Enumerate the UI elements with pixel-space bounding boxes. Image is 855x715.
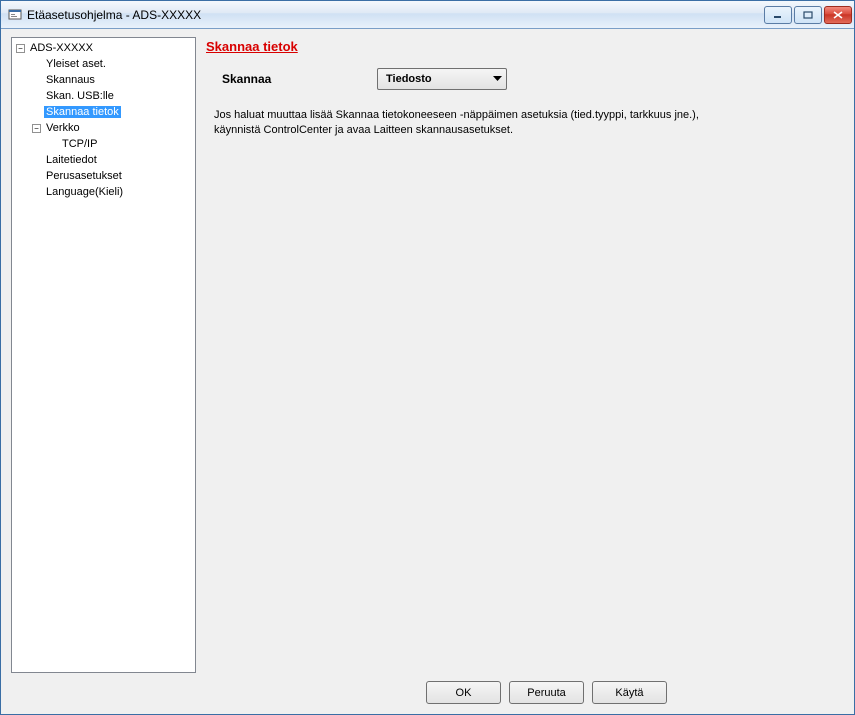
apply-button[interactable]: Käytä bbox=[592, 681, 667, 704]
skannaa-select[interactable]: Tiedosto bbox=[377, 68, 507, 90]
tree-label: Verkko bbox=[44, 122, 82, 134]
app-icon bbox=[7, 7, 23, 23]
tree-node-root[interactable]: − ADS-XXXXX bbox=[12, 40, 195, 56]
chevron-down-icon bbox=[493, 73, 502, 85]
tree-label: Perusasetukset bbox=[44, 170, 124, 182]
button-bar: OK Peruuta Käytä bbox=[426, 673, 844, 704]
tree-node-language[interactable]: Language(Kieli) bbox=[12, 184, 195, 200]
tree-node-tcpip[interactable]: TCP/IP bbox=[12, 136, 195, 152]
tree-label: Laitetiedot bbox=[44, 154, 99, 166]
nav-tree-panel: − ADS-XXXXX Yleiset aset. Skannaus Skan.… bbox=[11, 37, 196, 673]
titlebar: Etäasetusohjelma - ADS-XXXXX bbox=[1, 1, 854, 29]
tree-node-verkko[interactable]: − Verkko bbox=[12, 120, 195, 136]
content-area: − ADS-XXXXX Yleiset aset. Skannaus Skan.… bbox=[1, 29, 854, 714]
tree-node-skannaus[interactable]: Skannaus bbox=[12, 72, 195, 88]
field-label-skannaa: Skannaa bbox=[222, 72, 377, 86]
tree-label: Language(Kieli) bbox=[44, 186, 125, 198]
main-area: − ADS-XXXXX Yleiset aset. Skannaus Skan.… bbox=[11, 37, 844, 673]
collapse-icon[interactable]: − bbox=[32, 124, 41, 133]
tree-node-skan-usb[interactable]: Skan. USB:lle bbox=[12, 88, 195, 104]
tree-label-selected: Skannaa tietok bbox=[44, 106, 121, 118]
nav-tree: − ADS-XXXXX Yleiset aset. Skannaus Skan.… bbox=[12, 38, 195, 202]
minimize-button[interactable] bbox=[764, 6, 792, 24]
app-window: Etäasetusohjelma - ADS-XXXXX − ADS-XXXXX bbox=[0, 0, 855, 715]
tree-node-laitetiedot[interactable]: Laitetiedot bbox=[12, 152, 195, 168]
tree-label: Skannaus bbox=[44, 74, 97, 86]
collapse-icon[interactable]: − bbox=[16, 44, 25, 53]
tree-label: TCP/IP bbox=[60, 138, 99, 150]
detail-panel: Skannaa tietok Skannaa Tiedosto Jos halu… bbox=[206, 37, 844, 673]
tree-label-root: ADS-XXXXX bbox=[28, 42, 95, 54]
cancel-button[interactable]: Peruuta bbox=[509, 681, 584, 704]
close-button[interactable] bbox=[824, 6, 852, 24]
maximize-button[interactable] bbox=[794, 6, 822, 24]
form-row-skannaa: Skannaa Tiedosto bbox=[222, 68, 844, 90]
window-title: Etäasetusohjelma - ADS-XXXXX bbox=[27, 8, 762, 22]
ok-button[interactable]: OK bbox=[426, 681, 501, 704]
tree-node-perusasetukset[interactable]: Perusasetukset bbox=[12, 168, 195, 184]
tree-node-yleiset[interactable]: Yleiset aset. bbox=[12, 56, 195, 72]
tree-label: Skan. USB:lle bbox=[44, 90, 116, 102]
tree-label: Yleiset aset. bbox=[44, 58, 108, 70]
help-text-line1: Jos haluat muuttaa lisää Skannaa tietoko… bbox=[214, 108, 844, 123]
tree-node-skannaa-tietok[interactable]: Skannaa tietok bbox=[12, 104, 195, 120]
section-title: Skannaa tietok bbox=[206, 39, 844, 54]
select-value: Tiedosto bbox=[386, 73, 432, 85]
help-text: Jos haluat muuttaa lisää Skannaa tietoko… bbox=[214, 108, 844, 138]
help-text-line2: käynnistä ControlCenter ja avaa Laitteen… bbox=[214, 123, 844, 138]
